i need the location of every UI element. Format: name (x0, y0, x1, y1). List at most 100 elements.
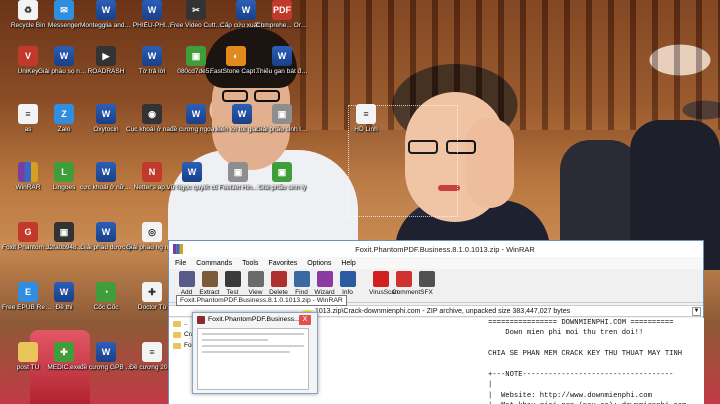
menu-item-tools[interactable]: Tools (242, 260, 258, 267)
desktop-icon-label: Thiếu gan bát động chỉ (256, 68, 308, 75)
hand (466, 118, 514, 208)
desktop-icon[interactable]: ▣ Giải phẫu sinh lý (256, 162, 308, 204)
comment-button[interactable]: Comment (392, 271, 420, 296)
desktop-icon[interactable]: PDF Comprehe... Orthopedi... (256, 0, 308, 42)
doctor-icon: ✚ (142, 282, 162, 302)
image-file-icon: ▣ (272, 104, 292, 124)
desktop-icon-label: Free Video Cutter Joiner (170, 22, 222, 29)
desktop-icon[interactable]: W Giải phẫu dược lý (80, 222, 132, 264)
word-doc-icon: W (54, 282, 74, 302)
archive-path: 1013.zip\Crack-downmienphi.com - ZIP arc… (315, 308, 571, 315)
folder-icon (173, 320, 181, 327)
word-doc-icon: W (236, 0, 256, 20)
book-icon: N (142, 162, 162, 182)
desktop-icon[interactable]: W Montegglia and Galezza (80, 0, 132, 42)
info-button[interactable]: Info (336, 271, 359, 296)
comment-icon (395, 271, 412, 287)
find-button[interactable]: Find (290, 271, 313, 296)
winrar-icon (173, 244, 183, 254)
info-icon (339, 271, 356, 287)
virusscan-button[interactable]: VirusScan (369, 271, 399, 296)
image-file-icon: ▣ (272, 162, 292, 182)
glasses (254, 90, 280, 102)
foxit-icon (197, 315, 205, 324)
menu-item-help[interactable]: Help (341, 260, 355, 267)
window-titlebar[interactable]: Foxit.PhantomPDF.Business.8.1.0.1013.zip… (169, 241, 703, 257)
pdf-file-icon: PDF (272, 0, 292, 20)
test-icon (224, 271, 241, 287)
menu-item-file[interactable]: File (175, 260, 186, 267)
preview-line (202, 345, 304, 347)
wizard-icon (316, 271, 333, 287)
desktop-icon-label: HD Linh (354, 126, 378, 133)
preview-line (202, 333, 304, 335)
word-doc-icon: W (186, 104, 206, 124)
folder-icon (173, 331, 181, 338)
winrar-icon (18, 162, 38, 182)
desktop-icon[interactable]: ▣ Giải phẫu sinh lý ... (256, 104, 308, 146)
wizard-button[interactable]: Wizard (313, 271, 336, 296)
delete-button[interactable]: Delete (267, 271, 290, 296)
test-button[interactable]: Test (221, 271, 244, 296)
close-icon[interactable]: X (299, 315, 311, 325)
desktop-icon[interactable]: ◐ FastStone Capture (210, 46, 262, 88)
word-doc-icon: W (96, 0, 116, 20)
find-icon (293, 271, 310, 287)
desktop-icon[interactable]: ≡ HD Linh (340, 104, 392, 146)
word-doc-icon: W (182, 162, 202, 182)
image-file-icon: ▣ (228, 162, 248, 182)
desktop-icon[interactable]: ▶ ROADRASH (80, 46, 132, 88)
taskbar-thumbnail-preview[interactable]: Foxit.PhantomPDF.Business... X (192, 312, 318, 394)
medic-app-icon: ✚ (54, 342, 74, 362)
recycle-bin-icon: ♻ (18, 0, 38, 20)
view-button[interactable]: View (244, 271, 267, 296)
desktop-icon[interactable]: W Thiếu gan bát động chỉ (256, 46, 308, 88)
desktop-icon[interactable]: ◔ Cốc Cốc (80, 282, 132, 324)
image-file-icon: ▣ (186, 46, 206, 66)
desktop-icon-label: Giải phẫu dược lý (80, 244, 132, 251)
delete-icon (270, 271, 287, 287)
virusscan-icon (372, 271, 389, 287)
add-icon (178, 271, 195, 287)
word-doc-icon: W (96, 342, 116, 362)
word-doc-icon: W (142, 46, 162, 66)
add-button[interactable]: Add (175, 271, 198, 296)
folder-icon (18, 342, 38, 362)
desktop-icon-label: đề cương GPB 2016 (80, 364, 132, 371)
thumbnail-title: Foxit.PhantomPDF.Business... (208, 316, 300, 323)
text-file-icon: ≡ (18, 104, 38, 124)
menu-item-options[interactable]: Options (307, 260, 331, 267)
thumbnail-content (197, 328, 309, 390)
foxit-icon: G (18, 222, 38, 242)
desktop-icon[interactable]: Wđề cương ngoại y4 (170, 104, 222, 146)
zalo-icon: Z (54, 104, 74, 124)
desktop-icon[interactable]: W Oxytocin (80, 104, 132, 146)
word-doc-icon: W (96, 104, 116, 124)
extract-icon (201, 271, 218, 287)
coccoc-icon: ◔ (96, 282, 116, 302)
desktop-icon-label: đề cương ngoại y4 (170, 126, 222, 133)
faststone-icon: ◐ (226, 46, 246, 66)
folder-icon (173, 342, 181, 349)
image-file-icon: ▣ (54, 222, 74, 242)
eye-icon: ◉ (142, 104, 162, 124)
text-file-icon: ≡ (356, 104, 376, 124)
video-cutter-icon: ✂ (186, 0, 206, 20)
menu-item-favorites[interactable]: Favorites (268, 260, 297, 267)
desktop-icon-label: Comprehe... Orthopedi... (256, 22, 308, 29)
menu-item-commands[interactable]: Commands (196, 260, 232, 267)
unikey-icon: V (18, 46, 38, 66)
sfx-icon (418, 271, 435, 287)
desktop-icon[interactable]: W Vũ Ngọc quyết cũ (166, 162, 218, 204)
desktop-icon[interactable]: ✂ Free Video Cutter Joiner (170, 0, 222, 42)
chevron-down-icon[interactable]: ▼ (692, 307, 701, 316)
desktop-icon[interactable]: Wđề cương GPB 2016 (80, 342, 132, 384)
desktop-icon-label: Vũ Ngọc quyết cũ (166, 184, 218, 191)
sfx-button[interactable]: SFX (415, 271, 438, 296)
desktop-icon-label: Giải phẫu sinh lý (257, 184, 307, 191)
taskbar-tooltip: Foxit.PhantomPDF.Business.8.1.0.1013.zip… (176, 295, 347, 306)
desktop-icon[interactable]: Wcực khoái ở nữ giới (80, 162, 132, 204)
preview-line (202, 339, 268, 341)
word-doc-icon: W (232, 104, 252, 124)
desktop-icon-label: Montegglia and Galezza (80, 22, 132, 29)
